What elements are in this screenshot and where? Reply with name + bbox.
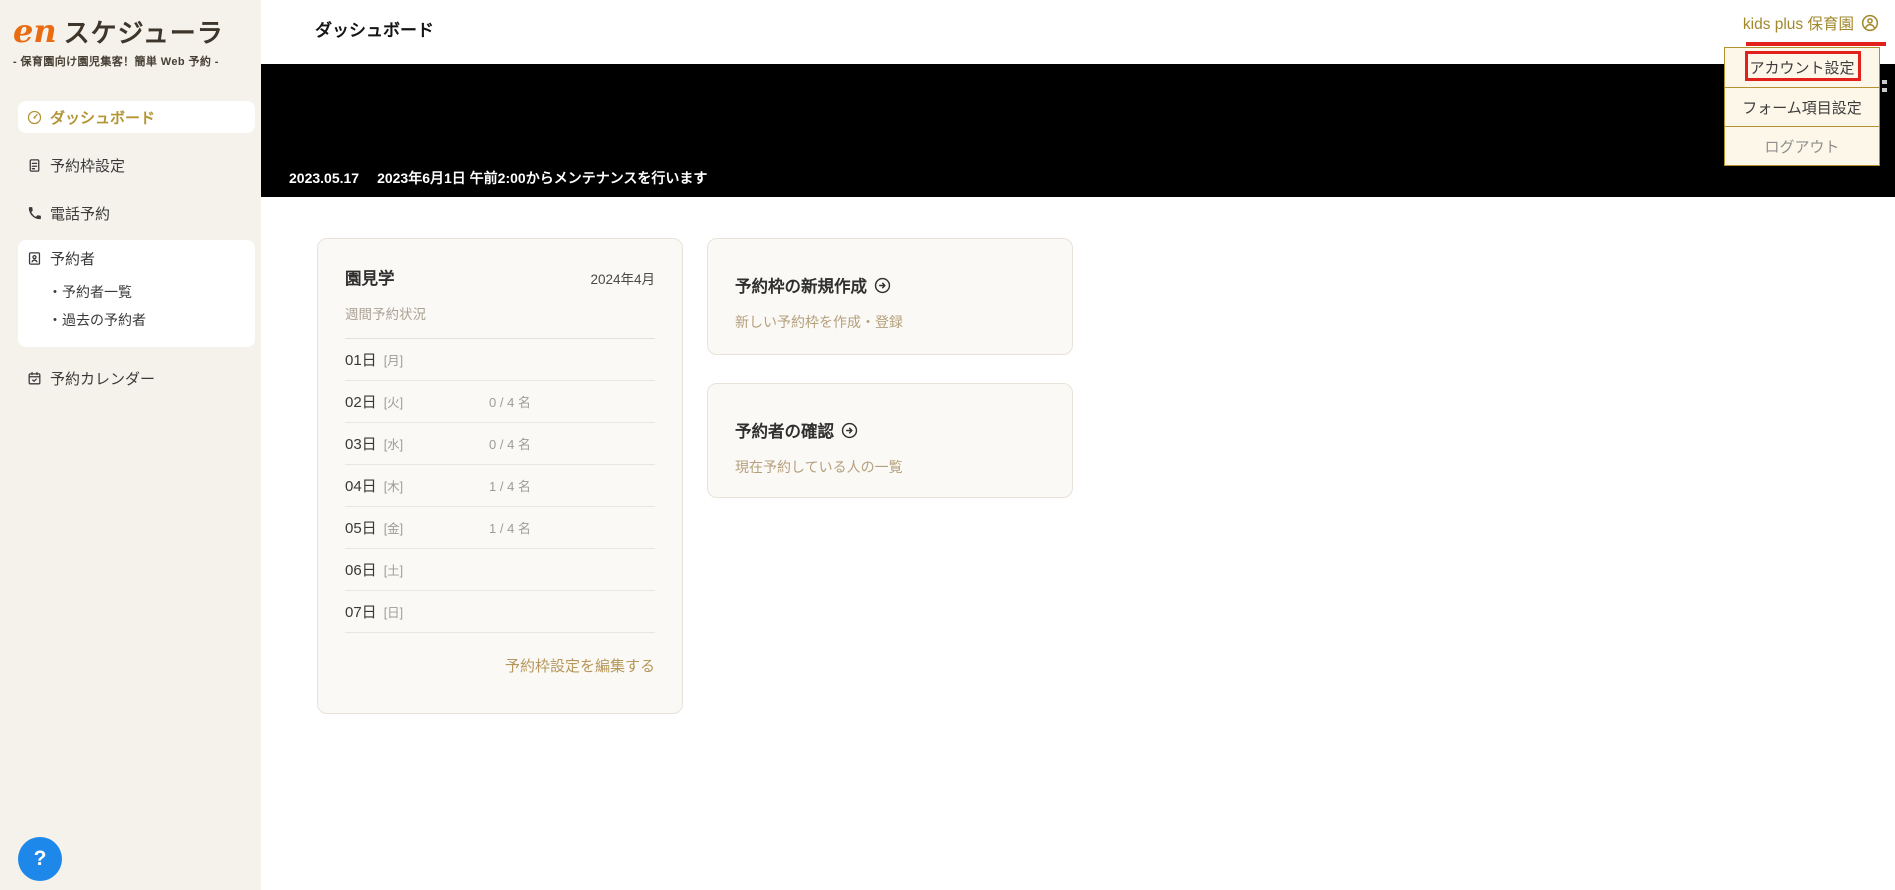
account-menu-trigger[interactable]: kids plus 保育園 xyxy=(1743,12,1880,34)
menu-item-logout[interactable]: ログアウト xyxy=(1725,126,1879,165)
sidebar-item-label: 予約者 xyxy=(50,248,95,269)
table-row: 07日 [日] xyxy=(345,591,655,633)
menu-item-label: アカウント設定 xyxy=(1749,57,1854,78)
card-title-text: 予約枠の新規作成 xyxy=(735,273,867,297)
gauge-icon xyxy=(26,109,43,126)
dow-label: [水] xyxy=(384,434,403,453)
account-name: kids plus 保育園 xyxy=(1743,12,1854,34)
sidebar-item-dashboard[interactable]: ダッシュボード xyxy=(18,101,255,133)
sidebar-subitem-past-reservers[interactable]: ・過去の予約者 xyxy=(48,306,248,334)
news-date: 2023.05.17 xyxy=(289,170,359,186)
day-label: 04日 xyxy=(345,475,377,496)
app-logo: en スケジューラ xyxy=(13,12,224,50)
logo-name-text: スケジューラ xyxy=(64,13,224,50)
visit-card-subtitle: 週間予約状況 xyxy=(345,303,655,323)
check-reservers-card-title: 予約者の確認 xyxy=(735,418,1072,442)
day-label: 01日 xyxy=(345,349,377,370)
calendar-icon xyxy=(26,370,43,387)
menu-item-form-settings[interactable]: フォーム項目設定 xyxy=(1725,87,1879,126)
reservation-count: 0 / 4 名 xyxy=(489,392,531,411)
sidebar-item-reservation-calendar[interactable]: 予約カレンダー xyxy=(18,362,255,394)
sidebar-item-slot-settings[interactable]: 予約枠設定 xyxy=(18,149,255,181)
news-text: 2023年6月1日 午前2:00からメンテナンスを行います xyxy=(377,168,707,188)
news-text: 2023年8月1日保育園メッセに出展いたします xyxy=(377,199,662,219)
person-card-icon xyxy=(26,250,43,267)
dow-label: [火] xyxy=(384,392,403,411)
day-label: 05日 xyxy=(345,517,377,538)
logo-en-text: en xyxy=(13,12,57,50)
sidebar-subitem-label: ・予約者一覧 xyxy=(48,282,132,302)
news-item: 2023.05.05 2023年8月1日保育園メッセに出展いたします xyxy=(289,199,662,219)
arrow-circle-icon xyxy=(840,421,859,440)
news-item: 2023.05.17 2023年6月1日 午前2:00からメンテナンスを行います xyxy=(289,168,707,188)
document-icon xyxy=(26,157,43,174)
dow-label: [日] xyxy=(384,602,403,621)
logo-tagline: - 保育園向け園児集客！簡単 Web 予約 - xyxy=(13,53,219,69)
question-mark-icon: ? xyxy=(34,847,47,871)
create-slot-card[interactable]: 予約枠の新規作成 新しい予約枠を作成・登録 xyxy=(707,238,1073,355)
weekly-reservation-table: 01日 [月] 02日 [火] 0 / 4 名 03日 [水] 0 / 4 名 04日… xyxy=(345,338,655,633)
reservation-count: 1 / 4 名 xyxy=(489,476,531,495)
table-row: 04日 [木] 1 / 4 名 xyxy=(345,465,655,507)
sidebar: en スケジューラ - 保育園向け園児集客！簡単 Web 予約 - ダッシュボー… xyxy=(0,0,261,890)
help-button[interactable]: ? xyxy=(18,837,62,881)
dow-label: [土] xyxy=(384,560,403,579)
reservation-count: 1 / 4 名 xyxy=(489,518,531,537)
account-dropdown-menu: アカウント設定 フォーム項目設定 ログアウト xyxy=(1724,47,1880,166)
day-label: 02日 xyxy=(345,391,377,412)
visit-summary-card: 園見学 2024年4月 週間予約状況 01日 [月] 02日 [火] 0 / 4 名… xyxy=(317,238,683,714)
menu-item-label: ログアウト xyxy=(1764,136,1839,157)
dow-label: [月] xyxy=(384,350,403,369)
menu-item-label: フォーム項目設定 xyxy=(1742,97,1862,118)
day-label: 03日 xyxy=(345,433,377,454)
day-label: 06日 xyxy=(345,559,377,580)
table-row: 05日 [金] 1 / 4 名 xyxy=(345,507,655,549)
check-reservers-card[interactable]: 予約者の確認 現在予約している人の一覧 xyxy=(707,383,1073,498)
sidebar-subitem-reserver-list[interactable]: ・予約者一覧 xyxy=(48,278,248,306)
person-circle-icon xyxy=(1860,13,1880,33)
dow-label: [木] xyxy=(384,476,403,495)
dow-label: [金] xyxy=(384,518,403,537)
sidebar-item-label: 予約カレンダー xyxy=(50,368,155,389)
table-row: 01日 [月] xyxy=(345,339,655,381)
sidebar-item-label: ダッシュボード xyxy=(50,107,155,128)
table-row: 02日 [火] 0 / 4 名 xyxy=(345,381,655,423)
create-slot-card-title: 予約枠の新規作成 xyxy=(735,273,1072,297)
sidebar-item-phone-reservation[interactable]: 電話予約 xyxy=(18,197,255,229)
table-row: 06日 [土] xyxy=(345,549,655,591)
sidebar-subitem-label: ・過去の予約者 xyxy=(48,310,146,330)
annotation-red-underline xyxy=(1746,42,1886,46)
sidebar-item-label: 予約枠設定 xyxy=(50,155,125,176)
visit-card-header: 園見学 2024年4月 xyxy=(345,265,655,289)
news-date: 2023.05.05 xyxy=(289,201,359,217)
news-banner: 2023.05.17 2023年6月1日 午前2:00からメンテナンスを行います… xyxy=(261,64,1895,197)
visit-card-month: 2024年4月 xyxy=(590,268,655,288)
visit-card-title: 園見学 xyxy=(345,265,395,289)
phone-icon xyxy=(26,205,43,222)
page-title: ダッシュボード xyxy=(315,16,434,41)
reservation-count: 0 / 4 名 xyxy=(489,434,531,453)
dashboard-page: en スケジューラ - 保育園向け園児集客！簡単 Web 予約 - ダッシュボー… xyxy=(0,0,1895,890)
sidebar-item-reservers[interactable]: 予約者 xyxy=(18,242,255,274)
sidebar-item-label: 電話予約 xyxy=(50,203,110,224)
sidebar-group-reservers: 予約者 ・予約者一覧 ・過去の予約者 xyxy=(18,240,255,347)
arrow-circle-icon xyxy=(873,276,892,295)
card-title-text: 予約者の確認 xyxy=(735,418,834,442)
day-label: 07日 xyxy=(345,601,377,622)
create-slot-card-subtitle: 新しい予約枠を作成・登録 xyxy=(735,312,1072,332)
table-row: 03日 [水] 0 / 4 名 xyxy=(345,423,655,465)
edit-slot-settings-link[interactable]: 予約枠設定を編集する xyxy=(345,655,655,676)
menu-item-account-settings[interactable]: アカウント設定 xyxy=(1725,48,1879,87)
obscured-content-fragment xyxy=(1882,80,1887,95)
check-reservers-card-subtitle: 現在予約している人の一覧 xyxy=(735,457,1072,477)
